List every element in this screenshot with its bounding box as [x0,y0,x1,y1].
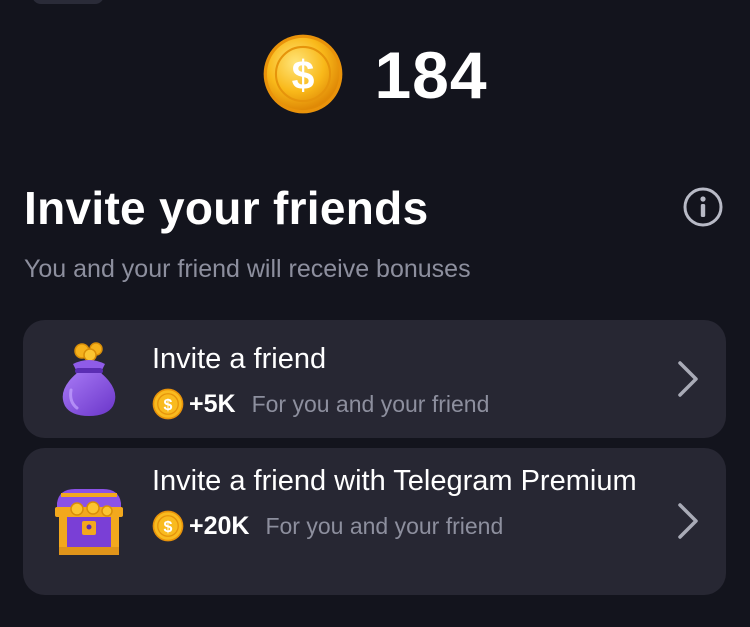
dollar-coin-icon: $ [152,388,184,420]
gift-bag-icon [62,342,116,416]
balance-display: $ 184 [0,33,750,115]
dollar-coin-icon: $ [152,510,184,542]
invite-premium-friend-card[interactable]: Invite a friend with Telegram Premium $ … [23,448,726,595]
balance-value: 184 [374,38,488,112]
reward-row: $ +20K For you and your friend [152,509,646,543]
card-text: Invite a friend with Telegram Premium $ … [152,462,646,543]
svg-text:$: $ [164,519,173,536]
section-subtitle: You and your friend will receive bonuses [24,255,471,283]
section-header: Invite your friends [24,178,724,238]
reward-description: For you and your friend [251,390,490,417]
chevron-right-icon [678,503,698,539]
dollar-coin-icon: $ [264,34,343,114]
top-handle [32,0,104,4]
reward-description: For you and your friend [265,512,504,539]
chevron-right-icon [678,361,698,397]
svg-text:$: $ [292,52,315,98]
info-circle-icon[interactable] [682,186,724,228]
card-title: Invite a friend with Telegram Premium [152,465,637,497]
reward-amount: +5K [189,389,236,418]
reward-row: $ +5K For you and your friend [152,387,646,421]
treasure-chest-icon [55,489,123,555]
svg-text:$: $ [164,397,173,414]
invite-friend-card[interactable]: Invite a friend $ +5K For you and your f… [23,320,726,438]
page-title: Invite your friends [24,182,429,234]
card-title: Invite a friend [152,343,327,375]
card-text: Invite a friend $ +5K For you and your f… [152,340,646,421]
reward-amount: +20K [189,511,250,540]
